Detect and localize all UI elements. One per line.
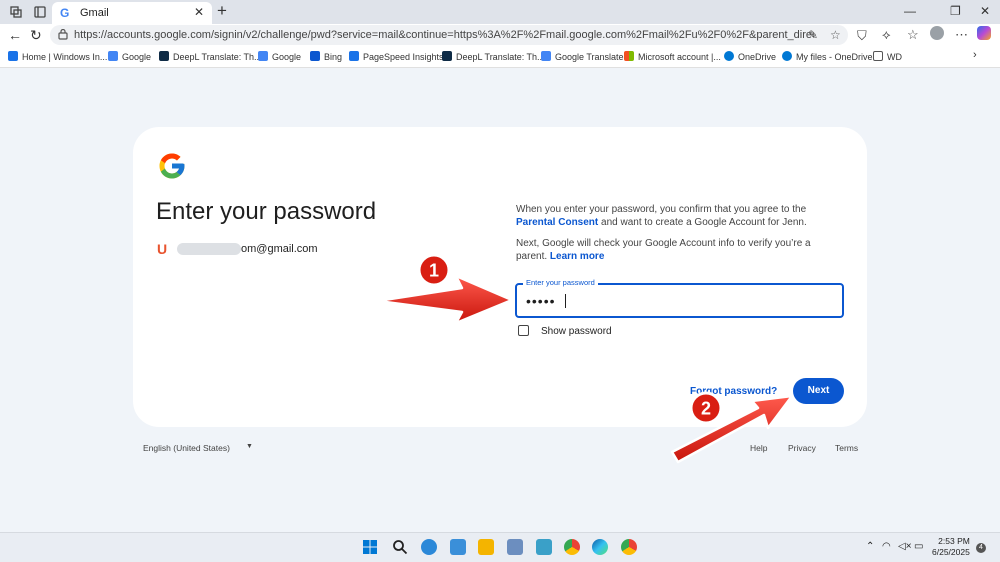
bookmark-item[interactable]: Microsoft account |... (624, 51, 721, 62)
address-bar[interactable]: https://accounts.google.com/signin/v2/ch… (50, 25, 848, 45)
terms-link[interactable]: Terms (835, 443, 858, 453)
copilot-app-icon[interactable] (421, 539, 437, 555)
search-icon[interactable] (392, 539, 408, 555)
chevron-up-icon[interactable]: ⌃ (866, 541, 874, 552)
bookmarks-bar: Home | Windows In... Google DeepL Transl… (0, 46, 1000, 68)
minimize-icon[interactable]: — (904, 4, 916, 18)
password-field[interactable]: Enter your password ••••• (515, 278, 844, 318)
favorites-icon[interactable]: ☆ (907, 27, 919, 43)
restore-icon[interactable]: ❐ (950, 4, 961, 18)
url-text[interactable]: https://accounts.google.com/signin/v2/ch… (74, 29, 814, 41)
folder-icon (873, 51, 883, 61)
text-cursor (565, 294, 566, 308)
taskbar: ⌃ ◠ ◁× ▭ 2:53 PM 6/25/2025 4 (0, 532, 1000, 562)
parental-consent-link[interactable]: Parental Consent (516, 217, 598, 228)
bookmark-item[interactable]: Google Translate (541, 51, 624, 62)
google-logo (159, 153, 185, 179)
vertical-tabs-icon[interactable] (33, 5, 47, 19)
google-icon (108, 51, 118, 61)
account-avatar: U (157, 241, 168, 257)
bookmark-item[interactable]: PageSpeed Insights (349, 51, 444, 62)
verification-text: Next, Google will check your Google Acco… (516, 238, 811, 262)
redacted-email-prefix (177, 243, 241, 255)
bookmark-item[interactable]: My files - OneDrive (782, 51, 873, 62)
show-password-label[interactable]: Show password (541, 326, 612, 337)
parental-consent-text: When you enter your password, you confir… (516, 204, 807, 228)
chrome-icon[interactable] (621, 539, 637, 555)
page-title: Enter your password (156, 198, 377, 225)
windows-start-icon[interactable] (362, 539, 378, 555)
password-value[interactable]: ••••• (526, 293, 556, 309)
notepad-icon[interactable] (507, 539, 523, 555)
forgot-password-link[interactable]: Forgot password? (690, 386, 777, 397)
microsoft-icon (624, 51, 634, 61)
system-clock[interactable]: 2:53 PM 6/25/2025 (932, 536, 970, 558)
favorite-star-icon[interactable]: ☆ (830, 28, 841, 42)
chrome-icon[interactable] (564, 539, 580, 555)
file-explorer-icon[interactable] (478, 539, 494, 555)
signin-card: Enter your password U om@gmail.com When … (133, 127, 867, 427)
show-password-checkbox[interactable] (518, 325, 529, 336)
onedrive-icon (724, 51, 734, 61)
bookmark-item[interactable]: Google (108, 51, 151, 62)
translate-icon (541, 51, 551, 61)
tab-gmail[interactable]: G Gmail ✕ (52, 2, 212, 24)
address-toolbar: ← ↻ https://accounts.google.com/signin/v… (0, 24, 1000, 46)
notification-badge[interactable]: 4 (976, 543, 986, 553)
calculator-icon[interactable] (536, 539, 552, 555)
edge-icon[interactable] (592, 539, 608, 555)
shield-icon[interactable]: ⛉ (857, 28, 867, 44)
profile-avatar[interactable] (930, 26, 944, 40)
chevron-down-icon[interactable]: ▼ (246, 443, 253, 450)
password-label: Enter your password (523, 278, 598, 287)
account-email: om@gmail.com (241, 243, 318, 255)
bookmark-item[interactable]: Bing (310, 51, 342, 62)
google-icon (258, 51, 268, 61)
onedrive-icon (782, 51, 792, 61)
help-link[interactable]: Help (750, 443, 767, 453)
new-tab-icon[interactable]: + (217, 1, 227, 21)
bookmark-item[interactable]: OneDrive (724, 51, 776, 62)
copilot-icon[interactable] (977, 26, 991, 40)
close-tab-icon[interactable]: ✕ (194, 5, 204, 19)
search-icon (310, 51, 320, 61)
language-selector[interactable]: English (United States) (143, 443, 230, 453)
privacy-link[interactable]: Privacy (788, 443, 816, 453)
browser-tab-bar: G Gmail ✕ + — ❐ ✕ (0, 0, 1000, 24)
wifi-icon[interactable]: ◠ (882, 541, 891, 552)
bookmark-item[interactable]: Home | Windows In... (8, 51, 107, 62)
deepl-icon (442, 51, 452, 61)
workspaces-icon[interactable] (9, 5, 23, 19)
bookmark-item[interactable]: Google (258, 51, 301, 62)
widgets-icon[interactable] (450, 539, 466, 555)
extensions-icon[interactable]: ⟡ (882, 27, 891, 43)
google-icon: G (60, 6, 70, 20)
chevron-right-icon[interactable]: › (973, 49, 977, 61)
pagespeed-icon (349, 51, 359, 61)
deepl-icon (159, 51, 169, 61)
bookmark-item[interactable]: WD (873, 51, 902, 62)
bookmark-item[interactable]: DeepL Translate: Th... (159, 51, 262, 62)
refresh-icon[interactable]: ↻ (30, 27, 42, 44)
learn-more-link[interactable]: Learn more (550, 251, 604, 262)
more-options-icon[interactable]: ⋯ (955, 27, 968, 43)
battery-icon[interactable]: ▭ (914, 541, 923, 552)
bookmark-item[interactable]: DeepL Translate: Th... (442, 51, 545, 62)
read-aloud-icon[interactable]: ✎ (808, 28, 818, 42)
site-info-icon[interactable] (58, 29, 68, 40)
close-window-icon[interactable]: ✕ (980, 4, 990, 18)
back-icon[interactable]: ← (8, 27, 22, 43)
volume-muted-icon[interactable]: ◁× (898, 541, 912, 552)
next-button[interactable]: Next (793, 378, 844, 404)
windows-icon (8, 51, 18, 61)
tab-title: Gmail (80, 7, 109, 19)
